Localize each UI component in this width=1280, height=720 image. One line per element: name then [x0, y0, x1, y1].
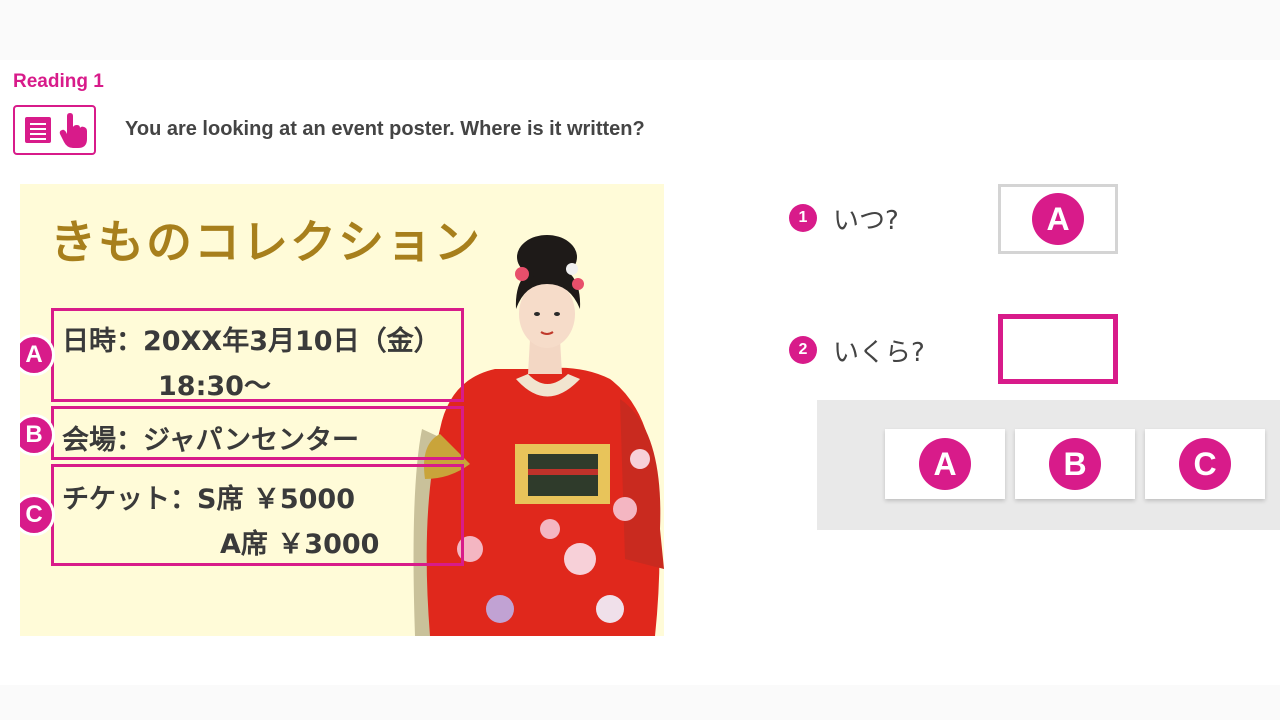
choice-tray: A B C [817, 400, 1280, 530]
choice-button-a[interactable]: A [885, 429, 1005, 499]
ticket-line-a: A席 ￥3000 [220, 529, 380, 560]
venue-line: 会場：ジャパンセンター [62, 425, 359, 456]
section-label: Reading 1 [13, 71, 104, 92]
question-1-answer-box[interactable]: A [998, 184, 1118, 254]
document-icon [25, 117, 51, 143]
top-margin-band [0, 0, 1280, 60]
question-2-text: いくら? [833, 338, 925, 368]
choice-c-label: C [1179, 438, 1231, 490]
time-line: 18:30〜 [158, 371, 271, 402]
question-2-number: 2 [789, 336, 817, 364]
ticket-line-s: チケット：S席 ￥5000 [62, 484, 355, 515]
question-1-answer: A [1032, 193, 1084, 245]
instruction-text: You are looking at an event poster. Wher… [125, 118, 645, 140]
event-poster: きものコレクション 日時：20XX年3月10日（金） 18:30〜 会場：ジャパ… [20, 184, 664, 636]
choice-a-label: A [919, 438, 971, 490]
pointing-hand-icon [59, 113, 87, 148]
question-1-number: 1 [789, 204, 817, 232]
choice-button-c[interactable]: C [1145, 429, 1265, 499]
poster-marker-b: B [20, 414, 55, 456]
choice-b-label: B [1049, 438, 1101, 490]
bottom-margin-band [0, 685, 1280, 720]
date-line: 日時：20XX年3月10日（金） [62, 326, 441, 357]
document-with-pointer-icon [13, 105, 96, 155]
question-1-text: いつ? [833, 206, 899, 236]
poster-marker-c: C [20, 494, 55, 536]
question-2-answer-box[interactable] [998, 314, 1118, 384]
poster-marker-a: A [20, 334, 55, 376]
choice-button-b[interactable]: B [1015, 429, 1135, 499]
